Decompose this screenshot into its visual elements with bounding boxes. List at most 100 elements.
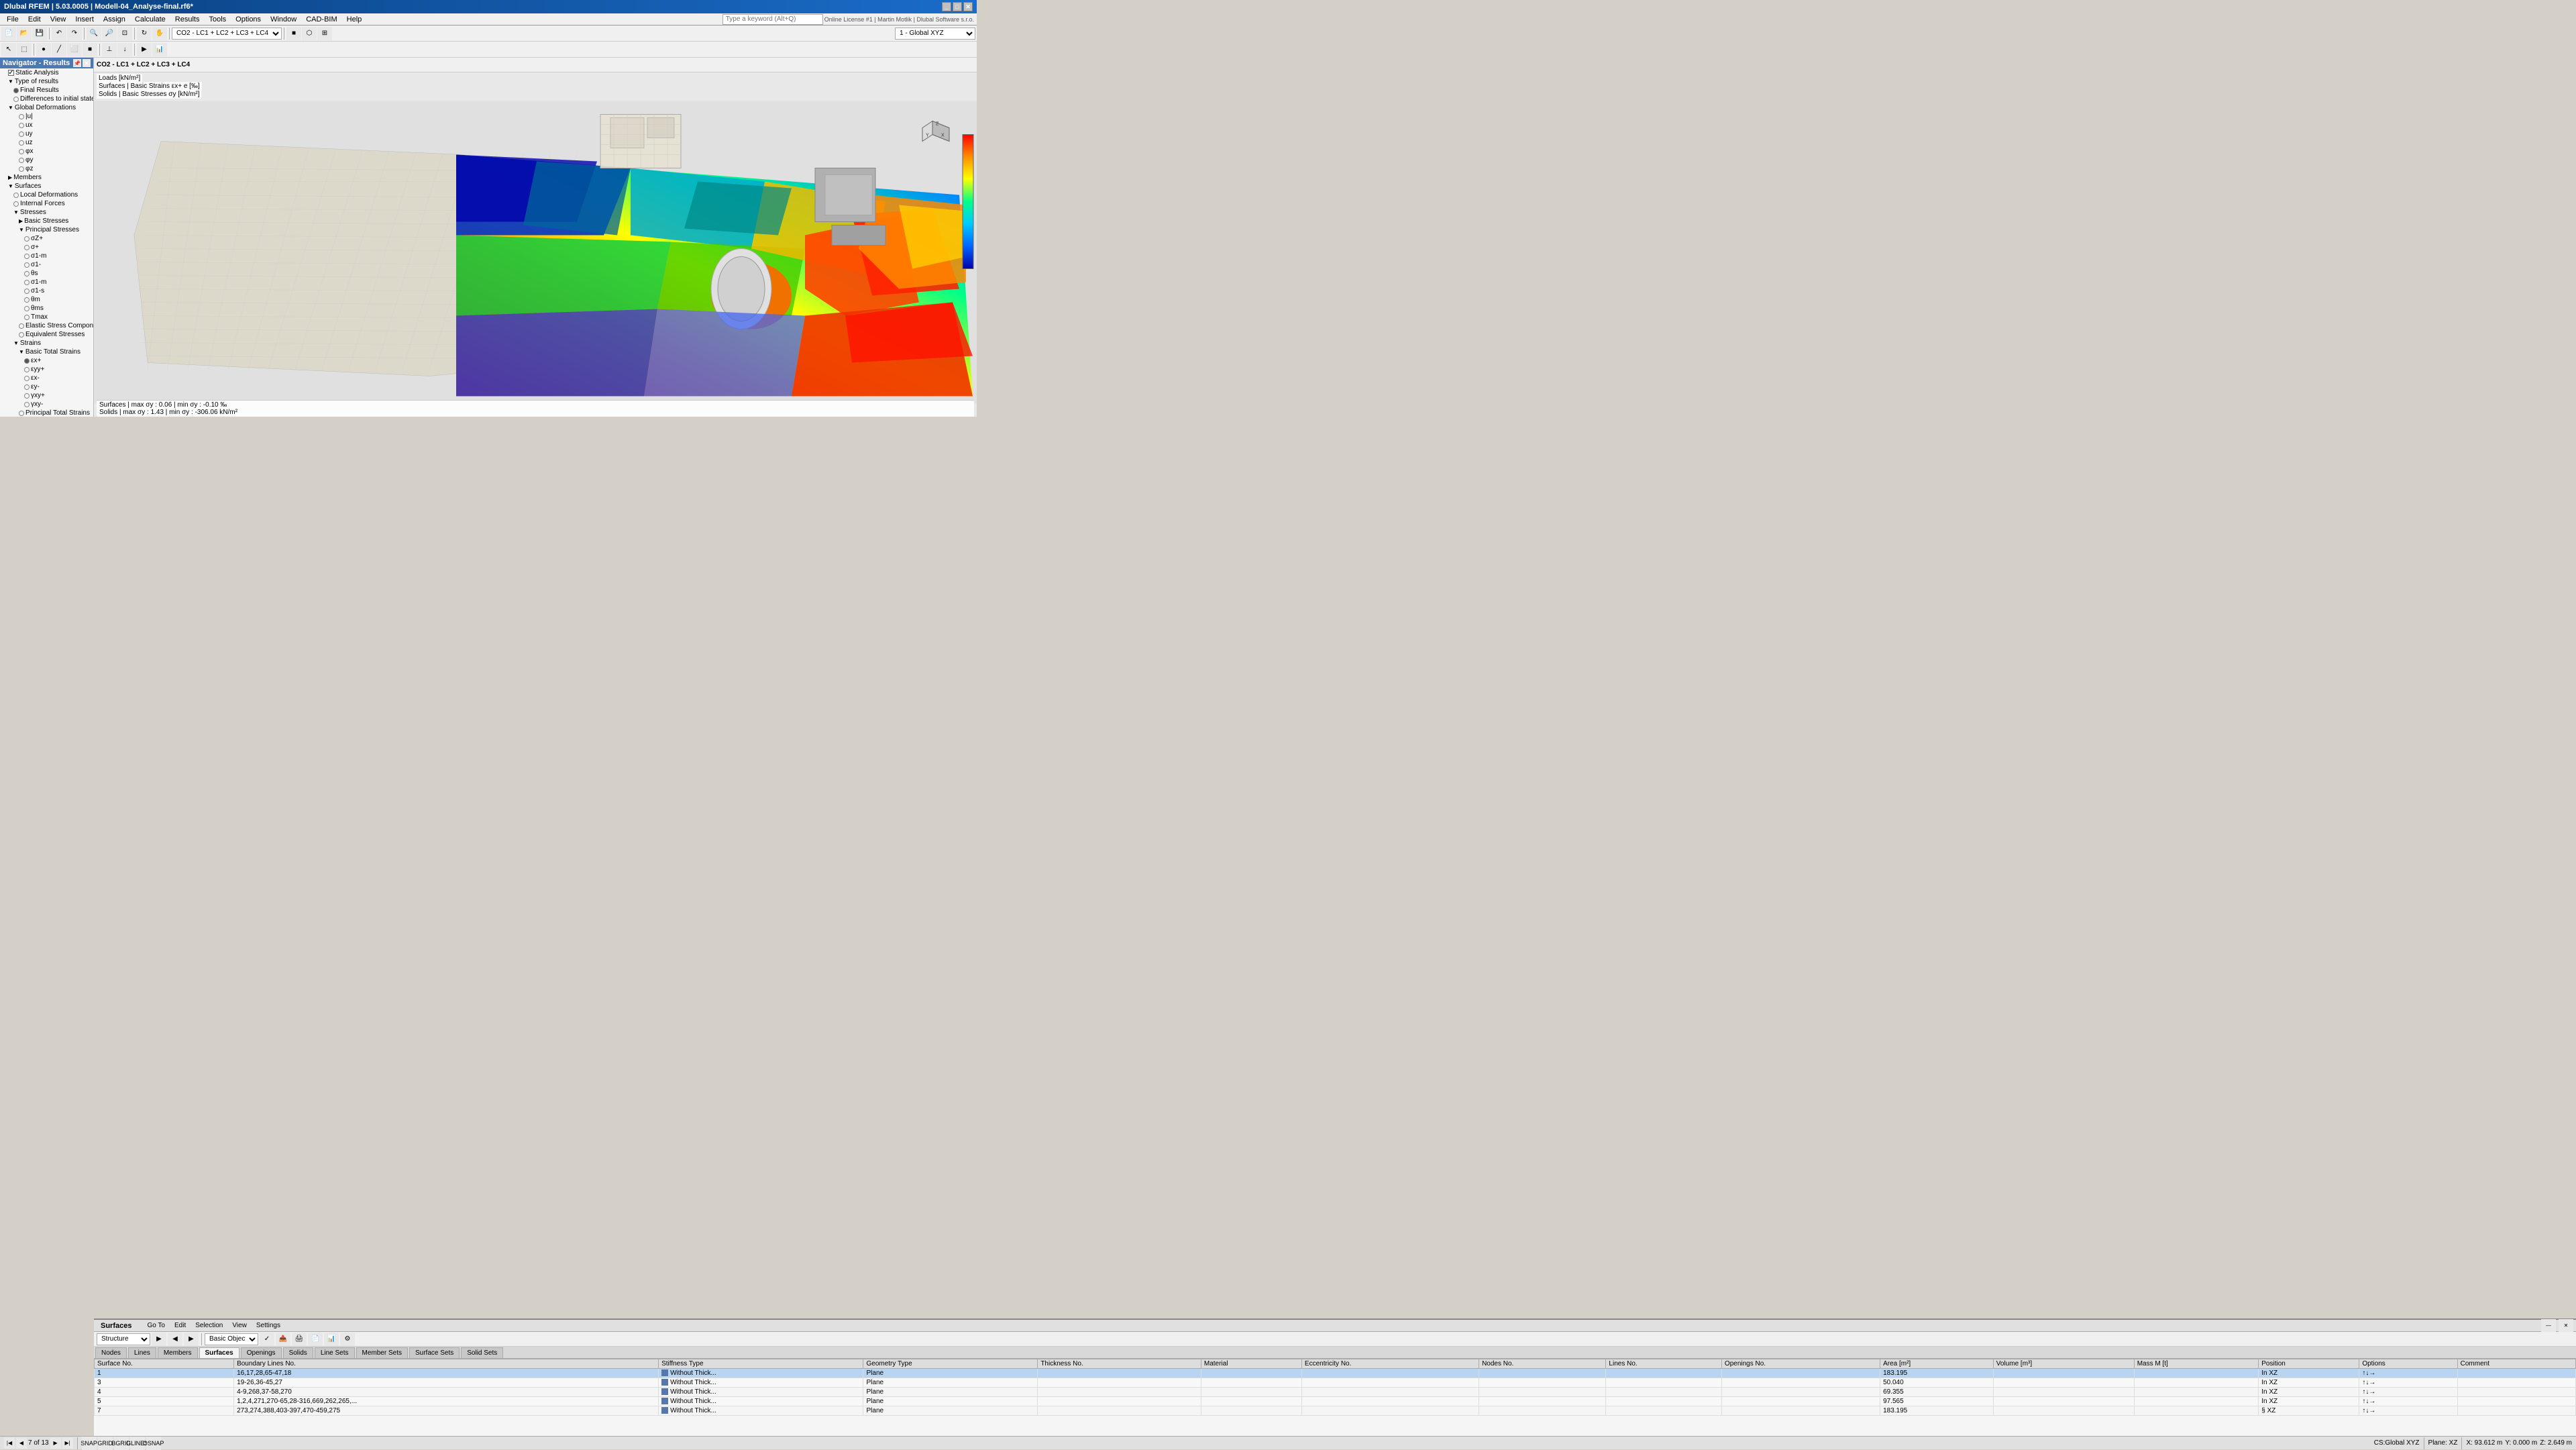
table-row[interactable]: 319-26,36-45,27Without Thick...Plane50.0…: [95, 1378, 2576, 1388]
expand-icon[interactable]: ▼: [13, 340, 19, 346]
radio-icon[interactable]: [24, 280, 30, 285]
grid-button[interactable]: GRID: [98, 1437, 113, 1450]
col-material[interactable]: Material: [1201, 1359, 1301, 1369]
expand-icon[interactable]: ▶: [8, 174, 12, 180]
menu-tools[interactable]: Tools: [205, 15, 230, 24]
nav-gxy-[interactable]: γxy-: [0, 400, 93, 409]
tab-linesets[interactable]: Line Sets: [315, 1347, 355, 1358]
chart-btn[interactable]: 📊: [324, 1333, 339, 1346]
menu-help[interactable]: Help: [343, 15, 366, 24]
box-select-button[interactable]: ⬚: [17, 43, 32, 56]
nav-basic-total-strains[interactable]: ▼ Basic Total Strains: [0, 348, 93, 356]
tab-solids[interactable]: Solids: [283, 1347, 313, 1358]
expand-icon[interactable]: ▶: [19, 218, 23, 224]
select-button[interactable]: ↖: [1, 43, 16, 56]
menu-window[interactable]: Window: [266, 15, 301, 24]
menu-insert[interactable]: Insert: [71, 15, 98, 24]
results-menu-edit[interactable]: Edit: [171, 1322, 189, 1329]
col-boundary-lines[interactable]: Boundary Lines No.: [234, 1359, 659, 1369]
line-button[interactable]: ╱: [52, 43, 66, 56]
tab-surfacesets[interactable]: Surface Sets: [409, 1347, 460, 1358]
radio-icon[interactable]: [24, 289, 30, 294]
table-row[interactable]: 116,17,28,65-47,18Without Thick...Plane1…: [95, 1369, 2576, 1378]
menu-options[interactable]: Options: [231, 15, 265, 24]
radio-icon[interactable]: [19, 158, 24, 163]
radio-icon[interactable]: [19, 411, 24, 416]
nav-uy[interactable]: uy: [0, 130, 93, 138]
results-menu-selection[interactable]: Selection: [192, 1322, 226, 1329]
basic-objects-filter[interactable]: Basic Objects: [205, 1333, 258, 1345]
nav-surfaces[interactable]: ▼ Surfaces: [0, 182, 93, 191]
nav-sigma1-[interactable]: σ1-: [0, 260, 93, 269]
radio-icon[interactable]: [19, 140, 24, 146]
menu-calculate[interactable]: Calculate: [131, 15, 170, 24]
wire-button[interactable]: ⬡: [302, 27, 317, 40]
expand-icon[interactable]: ▼: [8, 105, 13, 111]
radio-icon[interactable]: [24, 271, 30, 276]
table-row[interactable]: 51,2,4,271,270-65,28-316,669,262,265,...…: [95, 1397, 2576, 1406]
run-calc-button[interactable]: ▶: [137, 43, 152, 56]
open-button[interactable]: 📂: [17, 27, 32, 40]
nav-equiv-stresses[interactable]: Equivalent Stresses: [0, 330, 93, 339]
results-menu-goto[interactable]: Go To: [144, 1322, 168, 1329]
load-button[interactable]: ↓: [117, 43, 132, 56]
col-geometry-type[interactable]: Geometry Type: [863, 1359, 1038, 1369]
col-surface-no[interactable]: Surface No.: [95, 1359, 234, 1369]
static-analysis-check[interactable]: ✓: [8, 70, 14, 76]
print-btn[interactable]: 🖨: [292, 1333, 307, 1346]
pan-button[interactable]: ✋: [152, 27, 167, 40]
radio-icon[interactable]: [24, 236, 30, 242]
surface-button[interactable]: ⬜: [67, 43, 82, 56]
nav-phiy[interactable]: φy: [0, 156, 93, 164]
zoom-out-button[interactable]: 🔎: [102, 27, 117, 40]
snap-button[interactable]: SNAP: [82, 1437, 97, 1450]
zoom-all-button[interactable]: ⊡: [117, 27, 132, 40]
col-options[interactable]: Options: [2359, 1359, 2457, 1369]
panel-close-button[interactable]: ✕: [2559, 1319, 2573, 1333]
radio-icon[interactable]: [19, 166, 24, 172]
radio-icon[interactable]: [19, 132, 24, 137]
tab-lines[interactable]: Lines: [128, 1347, 156, 1358]
menu-results[interactable]: Results: [171, 15, 204, 24]
nav-uz[interactable]: uz: [0, 138, 93, 147]
menu-cad-bim[interactable]: CAD-BIM: [302, 15, 341, 24]
col-thickness[interactable]: Thickness No.: [1038, 1359, 1201, 1369]
export-btn[interactable]: 📤: [276, 1333, 290, 1346]
tab-membersets[interactable]: Member Sets: [356, 1347, 408, 1358]
global-combo[interactable]: 1 - Global XYZ: [895, 28, 975, 40]
pdf-btn[interactable]: 📄: [308, 1333, 323, 1346]
redo-button[interactable]: ↷: [67, 27, 82, 40]
rotate-button[interactable]: ↻: [137, 27, 152, 40]
nav-ex+[interactable]: εx+: [0, 356, 93, 365]
radio-icon[interactable]: [19, 149, 24, 154]
nav-pin-button[interactable]: 📌: [73, 59, 81, 67]
tab-nodes[interactable]: Nodes: [95, 1347, 127, 1358]
nav-global-deformations[interactable]: ▼ Global Deformations: [0, 103, 93, 112]
nav-static-analysis[interactable]: ✓ Static Analysis: [0, 68, 93, 77]
filter-check[interactable]: ✓: [260, 1333, 274, 1346]
nav-u-abs[interactable]: |u|: [0, 112, 93, 121]
expand-icon[interactable]: ▼: [19, 349, 24, 355]
nav-sigma-z+[interactable]: σZ+: [0, 234, 93, 243]
table-row[interactable]: 7273,274,388,403-397,470-459,275Without …: [95, 1406, 2576, 1416]
page-next-button[interactable]: ▶: [50, 1438, 61, 1449]
filter-arrow-left[interactable]: ◀: [168, 1333, 182, 1346]
nav-principal-total[interactable]: Principal Total Strains: [0, 409, 93, 417]
nav-eyy+[interactable]: εyy+: [0, 365, 93, 374]
filter-apply[interactable]: ▶: [152, 1333, 166, 1346]
col-nodes-no[interactable]: Nodes No.: [1479, 1359, 1606, 1369]
nav-theta-s[interactable]: θs: [0, 269, 93, 278]
results-menu-view[interactable]: View: [229, 1322, 250, 1329]
table-row[interactable]: 44-9,268,37-58,270Without Thick...Plane6…: [95, 1388, 2576, 1397]
nav-theta-ms[interactable]: θms: [0, 304, 93, 313]
radio-icon[interactable]: [19, 114, 24, 119]
nav-internal-forces[interactable]: Internal Forces: [0, 199, 93, 208]
results-table-container[interactable]: Surface No. Boundary Lines No. Stiffness…: [94, 1359, 2576, 1436]
radio-icon[interactable]: [13, 193, 19, 198]
settings-btn[interactable]: ⚙: [340, 1333, 355, 1346]
menu-assign[interactable]: Assign: [99, 15, 129, 24]
support-button[interactable]: ⊥: [102, 43, 117, 56]
col-area[interactable]: Area [m²]: [1880, 1359, 1994, 1369]
nav-phiz[interactable]: φz: [0, 164, 93, 173]
search-input[interactable]: [722, 14, 823, 25]
